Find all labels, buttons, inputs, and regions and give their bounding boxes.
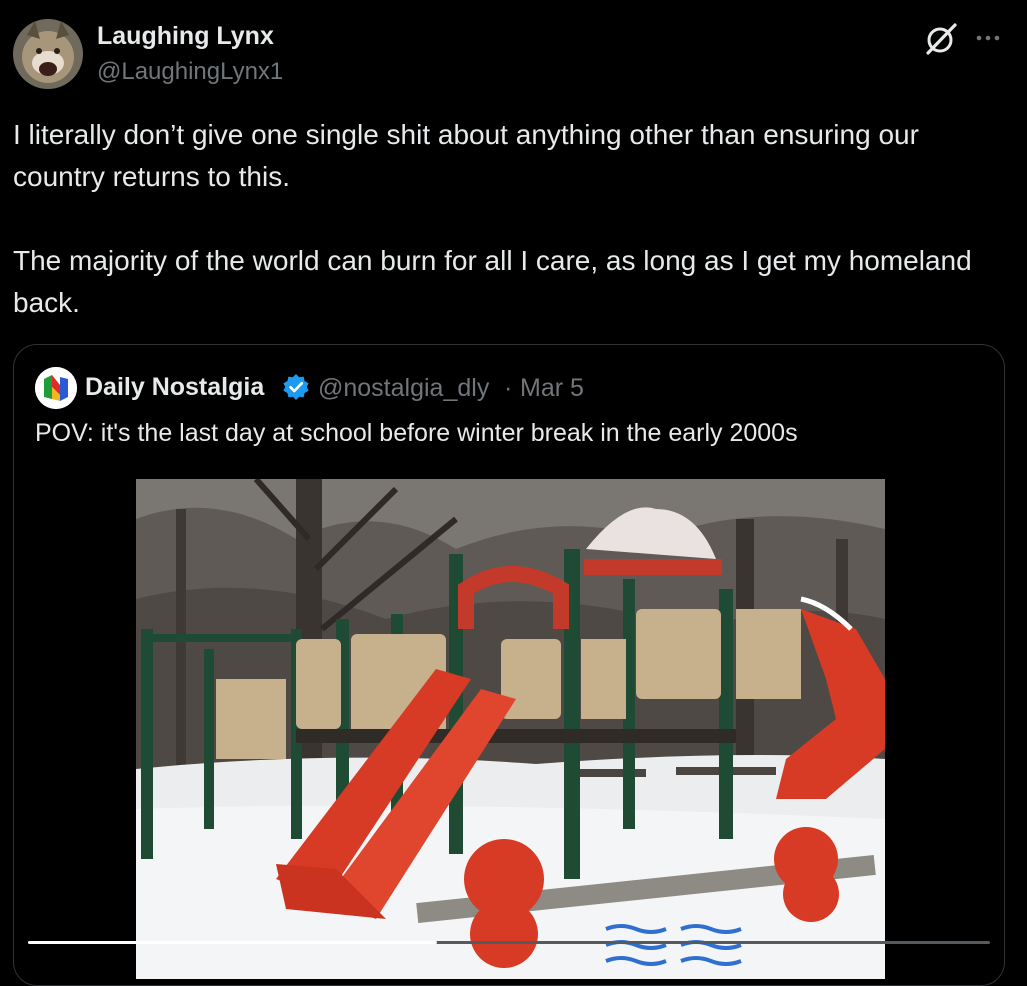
grok-icon[interactable] [922, 20, 960, 58]
author-avatar[interactable] [13, 19, 83, 89]
quoted-tweet-card[interactable]: Daily Nostalgia @nostalgia_dly · Mar 5 P… [13, 344, 1005, 986]
quote-avatar[interactable] [35, 367, 77, 409]
tweet-paragraph: The majority of the world can burn for a… [13, 245, 972, 318]
quote-display-name[interactable]: Daily Nostalgia [85, 373, 264, 402]
quote-separator: · [504, 374, 513, 402]
tweet-paragraph: I literally don’t give one single shit a… [13, 119, 919, 192]
n64-logo-icon [35, 367, 77, 409]
quote-handle[interactable]: @nostalgia_dly [318, 374, 489, 403]
video-progress-fill [28, 941, 437, 944]
quote-date[interactable]: Mar 5 [520, 374, 584, 403]
tweet-text: I literally don’t give one single shit a… [13, 114, 993, 324]
more-options-icon[interactable] [974, 24, 1002, 52]
quote-media-image[interactable] [136, 479, 885, 979]
verified-badge-icon [282, 373, 310, 401]
author-handle[interactable]: @LaughingLynx1 [97, 58, 283, 86]
author-display-name[interactable]: Laughing Lynx [97, 22, 274, 51]
video-progress-bar[interactable] [28, 941, 990, 944]
quote-text: POV: it's the last day at school before … [35, 419, 798, 447]
